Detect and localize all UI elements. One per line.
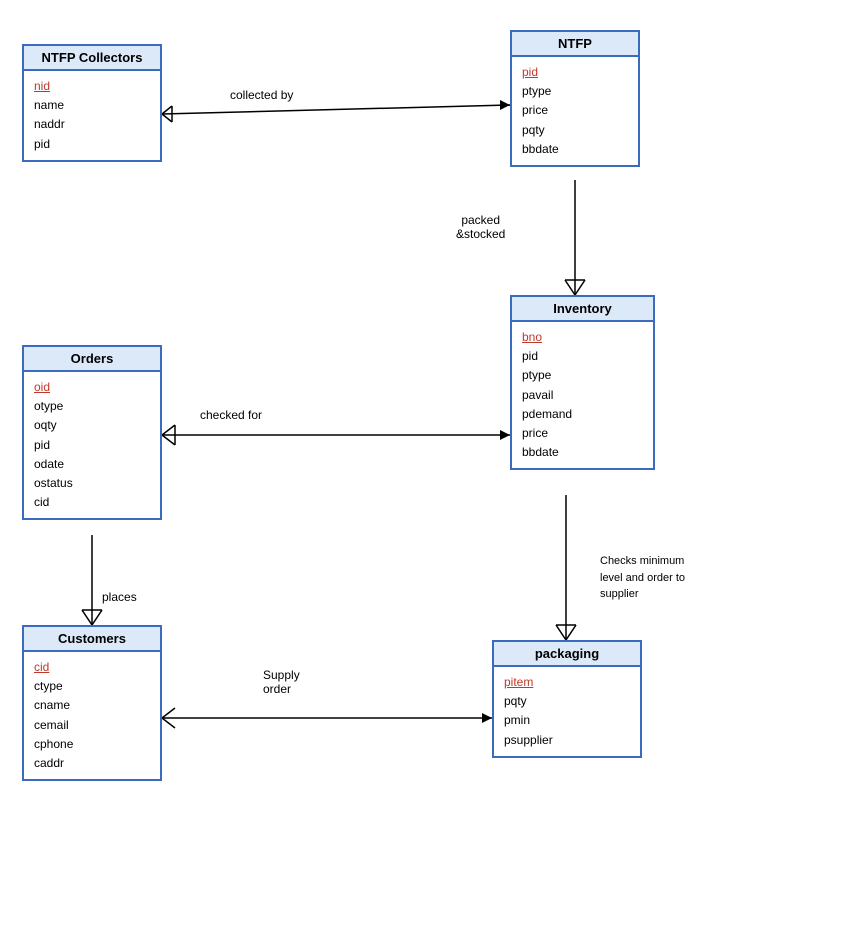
entity-customers: Customers cid ctype cname cemail cphone … — [22, 625, 162, 781]
entity-orders: Orders oid otype oqty pid odate ostatus … — [22, 345, 162, 520]
field-cname: cname — [34, 696, 150, 715]
field-psupplier: psupplier — [504, 731, 630, 750]
field-nid: nid — [34, 77, 150, 96]
field-pdemand: pdemand — [522, 405, 643, 424]
label-places: places — [102, 590, 137, 604]
field-oid: oid — [34, 378, 150, 397]
field-price: price — [522, 101, 628, 120]
label-supply-order: Supplyorder — [263, 668, 300, 696]
label-collected-by: collected by — [230, 88, 293, 102]
field-pmin: pmin — [504, 711, 630, 730]
label-packed-stocked: packed&stocked — [456, 213, 505, 241]
field-bno: bno — [522, 328, 643, 347]
entity-inventory: Inventory bno pid ptype pavail pdemand p… — [510, 295, 655, 470]
field-ptype: ptype — [522, 366, 643, 385]
field-ostatus: ostatus — [34, 474, 150, 493]
field-name: name — [34, 96, 150, 115]
field-pid: pid — [34, 436, 150, 455]
field-cemail: cemail — [34, 716, 150, 735]
field-cid: cid — [34, 493, 150, 512]
entity-ntfp-body: pid ptype price pqty bbdate — [512, 57, 638, 165]
entity-packaging-header: packaging — [494, 642, 640, 667]
field-cphone: cphone — [34, 735, 150, 754]
entity-ntfp-header: NTFP — [512, 32, 638, 57]
field-pqty: pqty — [522, 121, 628, 140]
field-bbdate: bbdate — [522, 443, 643, 462]
entity-inventory-header: Inventory — [512, 297, 653, 322]
field-bbdate: bbdate — [522, 140, 628, 159]
entity-customers-body: cid ctype cname cemail cphone caddr — [24, 652, 160, 779]
entity-orders-body: oid otype oqty pid odate ostatus cid — [24, 372, 160, 518]
entity-packaging: packaging pitem pqty pmin psupplier — [492, 640, 642, 758]
entity-packaging-body: pitem pqty pmin psupplier — [494, 667, 640, 756]
field-pid: pid — [522, 63, 628, 82]
entity-customers-header: Customers — [24, 627, 160, 652]
label-checks-minimum: Checks minimumlevel and order tosupplier — [600, 553, 685, 603]
entity-ntfp-collectors-header: NTFP Collectors — [24, 46, 160, 71]
field-odate: odate — [34, 455, 150, 474]
field-pid: pid — [34, 135, 150, 154]
field-oqty: oqty — [34, 416, 150, 435]
field-pid: pid — [522, 347, 643, 366]
field-otype: otype — [34, 397, 150, 416]
field-pqty: pqty — [504, 692, 630, 711]
erd-diagram: NTFP Collectors nid name naddr pid NTFP … — [0, 0, 850, 945]
entity-ntfp: NTFP pid ptype price pqty bbdate — [510, 30, 640, 167]
field-naddr: naddr — [34, 115, 150, 134]
field-ptype: ptype — [522, 82, 628, 101]
entity-ntfp-collectors: NTFP Collectors nid name naddr pid — [22, 44, 162, 162]
field-pitem: pitem — [504, 673, 630, 692]
field-pavail: pavail — [522, 386, 643, 405]
field-cid: cid — [34, 658, 150, 677]
field-ctype: ctype — [34, 677, 150, 696]
entity-inventory-body: bno pid ptype pavail pdemand price bbdat… — [512, 322, 653, 468]
entity-ntfp-collectors-body: nid name naddr pid — [24, 71, 160, 160]
field-price: price — [522, 424, 643, 443]
entity-orders-header: Orders — [24, 347, 160, 372]
field-caddr: caddr — [34, 754, 150, 773]
label-checked-for: checked for — [200, 408, 262, 422]
